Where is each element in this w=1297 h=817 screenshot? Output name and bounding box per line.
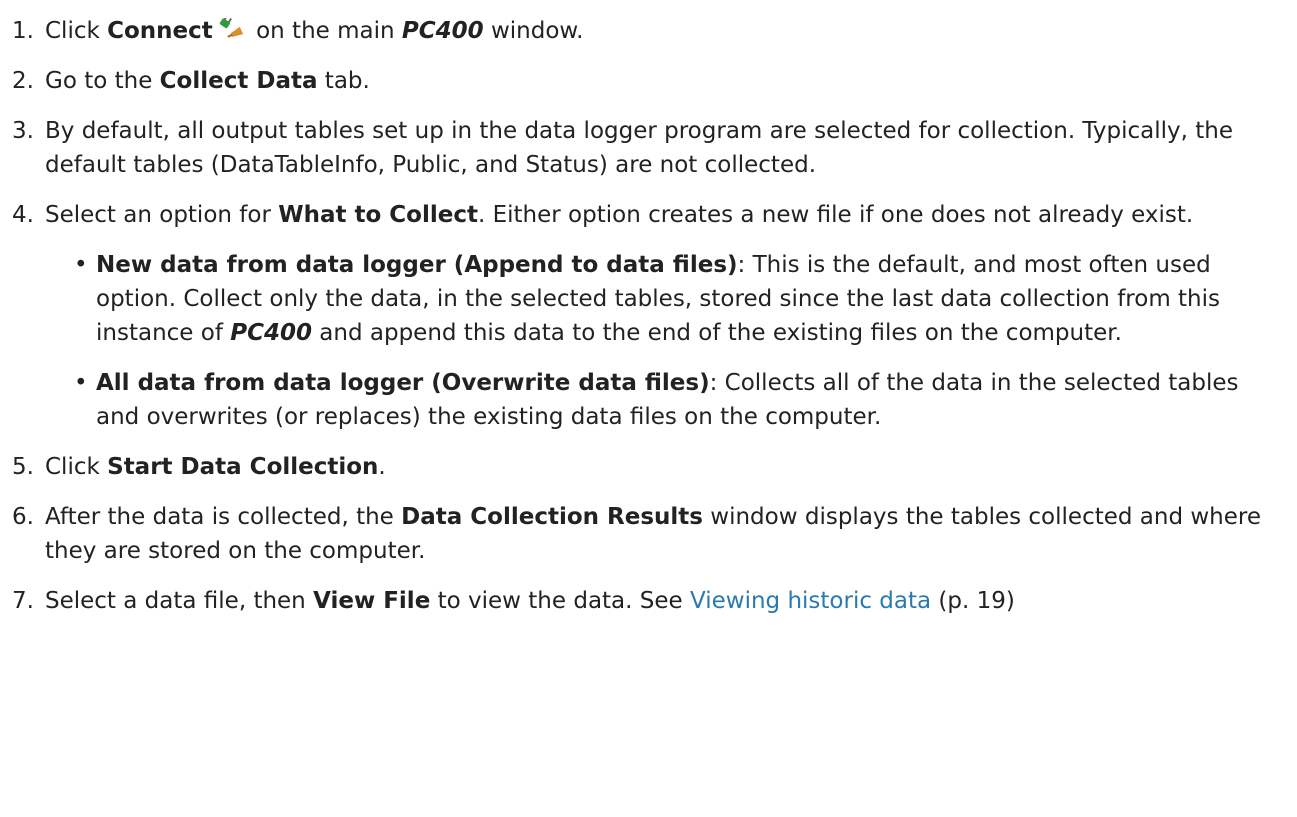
step-item: 4. Select an option for What to Collect. … (0, 198, 1297, 434)
step-text: tab. (317, 68, 370, 94)
step-item: 1. Click Connect on the main PC400 window… (0, 14, 1297, 48)
step-number: 5. (12, 454, 34, 480)
step-text: Click (45, 18, 108, 44)
step-number: 7. (12, 588, 34, 614)
step-text: . (378, 454, 386, 480)
ui-term: View File (313, 588, 431, 614)
product-name: PC400 (230, 320, 312, 346)
step-number: 4. (12, 202, 34, 228)
bullet-marker: • (74, 370, 88, 396)
step-body: Click Connect on the main PC400 window. (45, 14, 1287, 48)
step-text: Select a data file, then (45, 588, 314, 614)
product-name: PC400 (401, 18, 484, 44)
step-item: 7. Select a data file, then View File to … (0, 584, 1297, 618)
ui-term: Collect Data (159, 68, 318, 94)
ui-term: All data from data logger (Overwrite dat… (96, 370, 710, 396)
step-text: to view the data. See (430, 588, 690, 614)
option-body: All data from data logger (Overwrite dat… (96, 366, 1287, 434)
step-text: window. (483, 18, 584, 44)
step-text: By default, all output tables set up in … (45, 118, 1234, 178)
option-list: • New data from data logger (Append to da… (45, 248, 1287, 434)
step-text: . Either option creates a new file if on… (477, 202, 1194, 228)
step-body: By default, all output tables set up in … (45, 114, 1287, 182)
ui-term: Start Data Collection (107, 454, 379, 480)
step-body: Select an option for What to Collect. Ei… (45, 198, 1287, 232)
step-number: 6. (12, 504, 34, 530)
step-number: 3. (12, 118, 34, 144)
step-text: (p. 19) (931, 588, 1015, 614)
ui-term: Connect (107, 18, 213, 44)
option-item: • New data from data logger (Append to da… (45, 248, 1287, 350)
connect-plug-icon (215, 15, 245, 38)
step-number: 1. (12, 18, 34, 44)
step-number: 2. (12, 68, 34, 94)
step-item: 2. Go to the Collect Data tab. (0, 64, 1297, 98)
step-text: After the data is collected, the (45, 504, 402, 530)
step-text: Go to the (45, 68, 160, 94)
ui-term: New data from data logger (Append to dat… (96, 252, 738, 278)
step-text: Select an option for (45, 202, 279, 228)
step-body: After the data is collected, the Data Co… (45, 500, 1287, 568)
step-body: Select a data file, then View File to vi… (45, 584, 1287, 618)
ui-term: Data Collection Results (401, 504, 703, 530)
step-item: 3. By default, all output tables set up i… (0, 114, 1297, 182)
option-body: New data from data logger (Append to dat… (96, 248, 1287, 350)
bullet-marker: • (74, 252, 88, 278)
document-page: 1. Click Connect on the main PC400 window… (0, 0, 1297, 817)
cross-reference-link[interactable]: Viewing historic data (690, 588, 931, 614)
ui-term: What to Collect (278, 202, 478, 228)
step-item: 6. After the data is collected, the Data … (0, 500, 1297, 568)
instruction-steps: 1. Click Connect on the main PC400 window… (0, 14, 1297, 618)
step-text: and append this data to the end of the e… (311, 320, 1122, 346)
step-text: Click (45, 454, 108, 480)
option-item: • All data from data logger (Overwrite da… (45, 366, 1287, 434)
step-body: Go to the Collect Data tab. (45, 64, 1287, 98)
step-item: 5. Click Start Data Collection. (0, 450, 1297, 484)
step-text: on the main (248, 18, 402, 44)
step-body: Click Start Data Collection. (45, 450, 1287, 484)
